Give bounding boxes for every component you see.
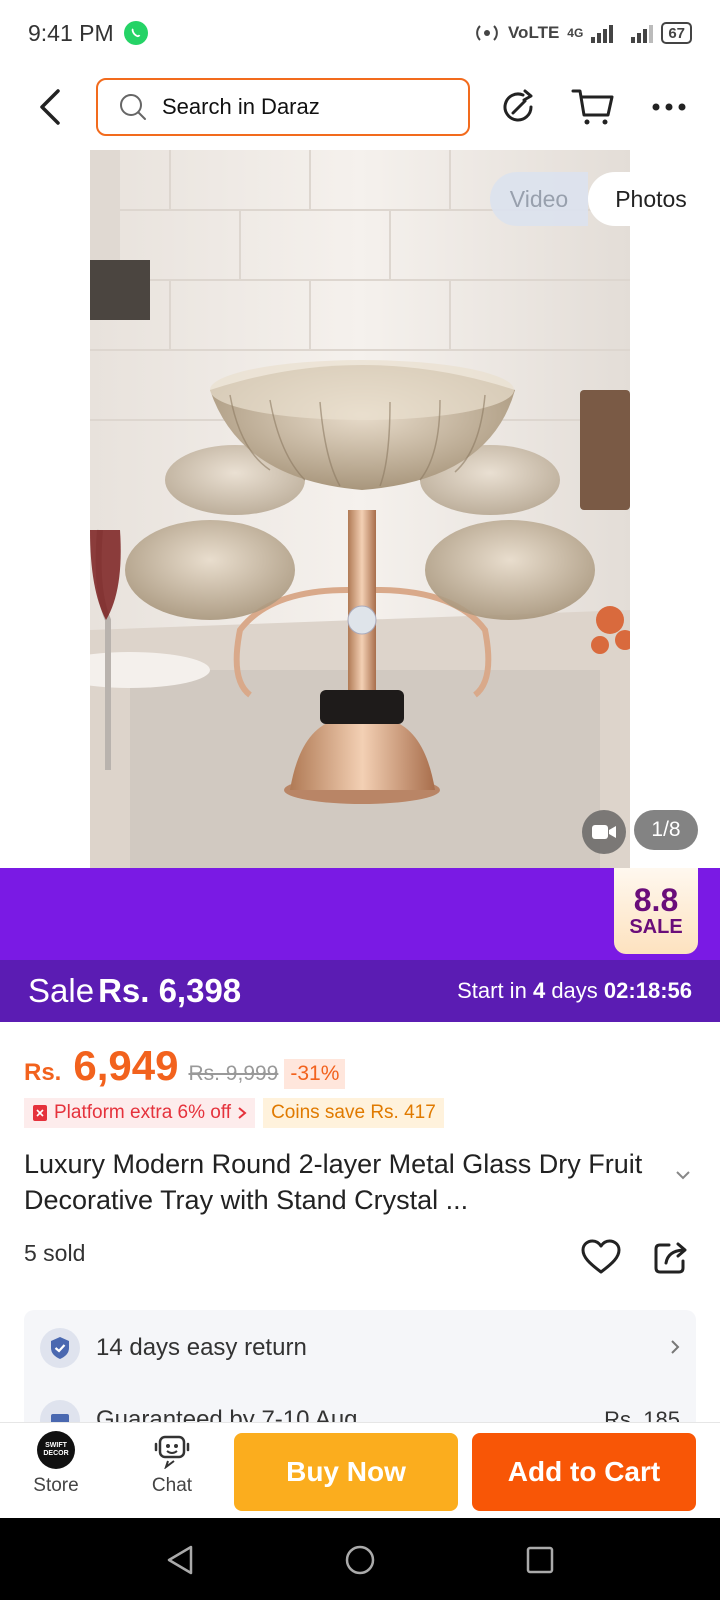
- network-type: 4G: [567, 26, 584, 40]
- expand-title-button[interactable]: [674, 1168, 692, 1186]
- triangle-back-icon: [167, 1545, 193, 1575]
- sale-price: Rs. 6,398: [98, 972, 242, 1009]
- chat-label: Chat: [151, 1475, 193, 1496]
- product-title[interactable]: Luxury Modern Round 2-layer Metal Glass …: [24, 1146, 664, 1218]
- video-button[interactable]: [582, 810, 626, 854]
- android-nav-bar: [0, 1518, 720, 1600]
- return-policy-text: 14 days easy return: [96, 1334, 307, 1361]
- shield-check-icon: [40, 1328, 80, 1368]
- status-bar: 9:41 PM VoLTE 4G 67: [0, 0, 720, 66]
- network-label: VoLTE: [507, 23, 560, 42]
- heart-icon: [581, 1239, 621, 1274]
- whatsapp-icon: [123, 21, 148, 45]
- media-toggle: Video Photos: [490, 172, 714, 226]
- back-button[interactable]: [22, 79, 78, 135]
- price-row: Rs. 6,949 Rs. 9,999 -31%: [24, 1042, 346, 1090]
- product-image[interactable]: [90, 150, 630, 868]
- cart-button[interactable]: [568, 82, 618, 132]
- coins-badge[interactable]: Coins save Rs. 417: [263, 1098, 444, 1128]
- delivery-fee: Rs. 185: [604, 1407, 680, 1422]
- store-logo: SWIFT DECOR: [37, 1431, 75, 1469]
- hotspot-icon: [476, 25, 498, 41]
- sale-banner[interactable]: [0, 868, 720, 960]
- image-counter: 1/8: [634, 810, 698, 850]
- battery-level: 67: [668, 24, 685, 42]
- nav-recents-button[interactable]: [518, 1538, 562, 1582]
- sold-count: 5 sold: [24, 1240, 86, 1266]
- sale-countdown: Start in 4 days 02:18:56: [457, 978, 692, 1004]
- sale-badge: 8.8 SALE: [614, 868, 698, 954]
- sale-strip: Sale Rs. 6,398 Start in 4 days 02:18:56: [0, 960, 720, 1022]
- search-input[interactable]: Search in Daraz: [96, 78, 470, 136]
- signal-icon: [591, 23, 614, 43]
- cart-icon: [571, 89, 614, 125]
- chevron-right-icon: [670, 1335, 680, 1361]
- tab-video[interactable]: Video: [490, 172, 588, 226]
- share-icon: [503, 89, 533, 122]
- countdown-days-num: 4: [532, 978, 546, 1003]
- store-logo-line2: DECOR: [43, 1450, 69, 1457]
- status-icons: VoLTE 4G 67: [474, 22, 692, 44]
- back-icon: [40, 89, 60, 125]
- more-button[interactable]: [644, 82, 694, 132]
- top-nav: Search in Daraz: [0, 72, 720, 142]
- countdown-timer: 02:18:56: [603, 978, 692, 1003]
- bottom-action-bar: SWIFT DECOR Store Chat Buy Now Add to Ca…: [0, 1422, 720, 1518]
- status-time: 9:41 PM: [28, 19, 114, 46]
- buy-now-button[interactable]: Buy Now: [234, 1433, 458, 1511]
- chevron-right-icon: [238, 1107, 247, 1119]
- platform-voucher-text: Platform extra 6% off: [54, 1102, 232, 1123]
- delivery-icon: [40, 1400, 80, 1422]
- product-photo: [90, 150, 630, 868]
- share-box-icon: [654, 1242, 687, 1274]
- sale-label: Sale: [28, 972, 95, 1009]
- square-recents-icon: [526, 1546, 554, 1574]
- return-policy-row[interactable]: 14 days easy return: [40, 1326, 680, 1370]
- wishlist-button[interactable]: [578, 1234, 624, 1280]
- tab-photos[interactable]: Photos: [588, 172, 714, 226]
- original-price: Rs. 9,999: [188, 1062, 279, 1085]
- price-currency: Rs.: [24, 1059, 62, 1086]
- delivery-row[interactable]: Guaranteed by 7-10 Aug Rs. 185: [40, 1398, 680, 1422]
- sale-badge-number: 8.8: [633, 882, 679, 918]
- video-camera-icon: [592, 825, 616, 839]
- search-placeholder: Search in Daraz: [162, 94, 320, 119]
- countdown-prefix: Start in: [457, 978, 527, 1003]
- service-box: 14 days easy return Guaranteed by 7-10 A…: [24, 1310, 696, 1422]
- search-icon: [120, 94, 146, 120]
- nav-home-button[interactable]: [338, 1538, 382, 1582]
- voucher-icon: [33, 1105, 47, 1121]
- add-to-cart-button[interactable]: Add to Cart: [472, 1433, 696, 1511]
- store-logo-line1: SWIFT: [45, 1442, 67, 1449]
- delivery-text: Guaranteed by 7-10 Aug: [96, 1406, 358, 1422]
- battery-icon: 67: [661, 22, 692, 44]
- more-icon: [652, 103, 686, 111]
- countdown-days-word: days: [551, 978, 598, 1003]
- signal-icon-2: [631, 23, 654, 43]
- promo-row: Platform extra 6% off Coins save Rs. 417: [24, 1098, 444, 1128]
- circle-home-icon: [345, 1545, 375, 1575]
- chat-icon: [154, 1435, 190, 1469]
- store-label: Store: [33, 1475, 79, 1496]
- store-button[interactable]: SWIFT DECOR Store: [16, 1431, 96, 1497]
- sale-badge-word: SALE: [629, 916, 683, 938]
- discount-badge: -31%: [284, 1059, 346, 1089]
- nav-back-button[interactable]: [158, 1538, 202, 1582]
- share-button[interactable]: [494, 82, 544, 132]
- product-share-button[interactable]: [648, 1234, 694, 1280]
- chat-button[interactable]: Chat: [132, 1431, 212, 1497]
- chevron-down-icon: [676, 1171, 690, 1180]
- platform-voucher[interactable]: Platform extra 6% off: [24, 1098, 256, 1128]
- coins-text: Coins save Rs. 417: [271, 1102, 436, 1123]
- price-value: 6,949: [73, 1042, 179, 1089]
